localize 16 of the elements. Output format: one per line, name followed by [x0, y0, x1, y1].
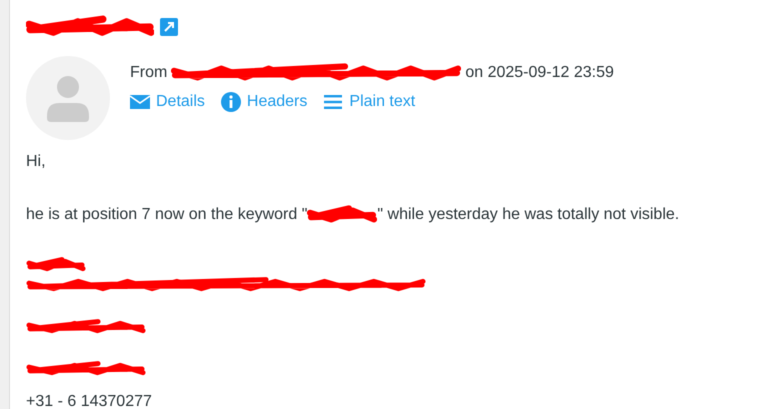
redaction-scribble	[307, 204, 378, 226]
message-text: he is at position 7 now on the keyword "	[26, 206, 308, 224]
from-label: From	[130, 64, 168, 82]
info-icon	[220, 92, 241, 112]
message-text: " while yesterday he was totally not visible.	[377, 206, 680, 224]
avatar-icon	[26, 56, 110, 140]
header-link[interactable]: Headers	[220, 92, 308, 112]
greeting-text: Hi,	[26, 152, 47, 171]
header-link[interactable]: Details	[130, 92, 205, 112]
redaction-scribble	[26, 256, 86, 274]
date-text: on 2025-09-12 23:59	[465, 64, 614, 82]
external-link-icon[interactable]	[160, 18, 178, 36]
lines-icon	[323, 92, 344, 112]
header-link[interactable]: Plain text	[323, 92, 416, 112]
envelope-icon	[130, 92, 150, 112]
phone-number: +31 - 6 14370277	[26, 392, 153, 409]
